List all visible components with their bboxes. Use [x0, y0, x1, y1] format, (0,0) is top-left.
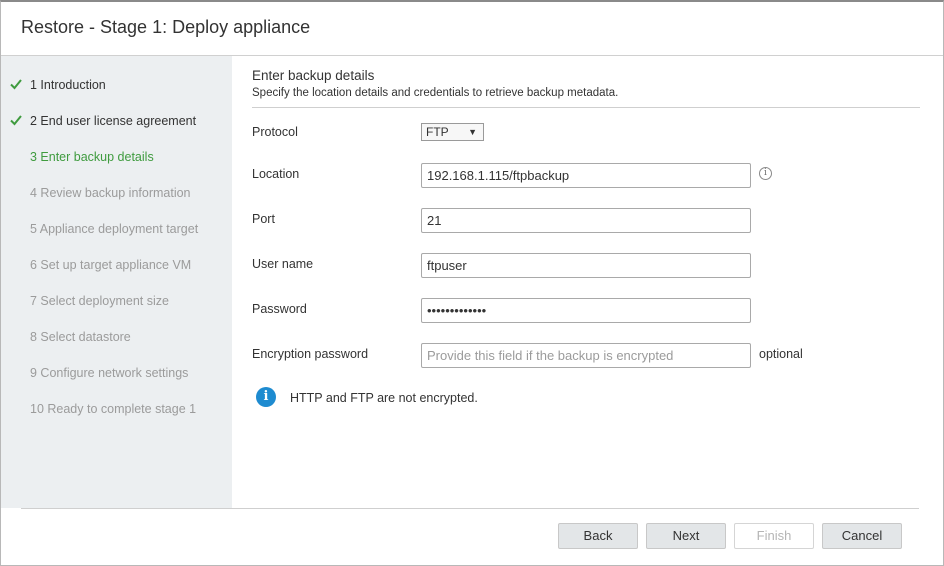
section-divider — [252, 107, 920, 108]
step-select-deployment-size: 7 Select deployment size — [1, 289, 232, 313]
section-description: Specify the location details and credent… — [252, 87, 619, 99]
step-label: 3 Enter backup details — [30, 150, 154, 164]
step-label: 8 Select datastore — [30, 330, 131, 344]
main-content: Enter backup details Specify the locatio… — [232, 56, 943, 508]
protocol-selected-value: FTP — [426, 125, 449, 139]
step-eula[interactable]: 2 End user license agreement — [1, 109, 232, 133]
dropdown-arrow-icon: ▼ — [468, 127, 477, 137]
step-set-up-target-vm: 6 Set up target appliance VM — [1, 253, 232, 277]
step-label: 7 Select deployment size — [30, 294, 169, 308]
step-appliance-deployment-target: 5 Appliance deployment target — [1, 217, 232, 241]
password-label: Password — [252, 302, 307, 316]
step-configure-network-settings: 9 Configure network settings — [1, 361, 232, 385]
location-label: Location — [252, 167, 300, 181]
step-review-backup-information: 4 Review backup information — [1, 181, 232, 205]
optional-note: optional — [759, 347, 803, 361]
step-introduction[interactable]: 1 Introduction — [1, 73, 232, 97]
step-select-datastore: 8 Select datastore — [1, 325, 232, 349]
step-label: 4 Review backup information — [30, 186, 191, 200]
encryption-password-label: Encryption password — [252, 347, 369, 361]
protocol-select[interactable]: FTP ▼ — [421, 123, 484, 141]
cancel-button[interactable]: Cancel — [822, 523, 902, 549]
username-input[interactable] — [421, 253, 751, 278]
info-icon[interactable]: i — [759, 167, 772, 180]
encryption-password-input[interactable] — [421, 343, 751, 368]
step-label: 1 Introduction — [30, 78, 106, 92]
wizard-steps-sidebar: 1 Introduction 2 End user license agreem… — [1, 56, 232, 508]
check-icon — [10, 115, 22, 126]
info-icon: i — [256, 387, 276, 407]
back-button[interactable]: Back — [558, 523, 638, 549]
title-bar: Restore - Stage 1: Deploy appliance — [1, 2, 943, 56]
port-input[interactable] — [421, 208, 751, 233]
port-label: Port — [252, 212, 275, 226]
password-input[interactable] — [421, 298, 751, 323]
finish-button[interactable]: Finish — [734, 523, 814, 549]
step-label: 10 Ready to complete stage 1 — [30, 402, 197, 416]
footer-divider — [21, 508, 919, 509]
step-label: 5 Appliance deployment target — [30, 222, 199, 236]
step-enter-backup-details[interactable]: 3 Enter backup details — [1, 145, 232, 169]
check-icon — [10, 79, 22, 90]
restore-dialog: Restore - Stage 1: Deploy appliance 1 In… — [0, 0, 944, 566]
protocol-label: Protocol — [252, 125, 298, 139]
step-label: 9 Configure network settings — [30, 366, 189, 380]
encryption-notice: HTTP and FTP are not encrypted. — [290, 391, 478, 405]
step-label: 6 Set up target appliance VM — [30, 258, 192, 272]
step-label: 2 End user license agreement — [30, 114, 197, 128]
location-input[interactable] — [421, 163, 751, 188]
step-ready-to-complete: 10 Ready to complete stage 1 — [1, 397, 232, 421]
username-label: User name — [252, 257, 314, 271]
next-button[interactable]: Next — [646, 523, 726, 549]
dialog-title: Restore - Stage 1: Deploy appliance — [21, 17, 311, 37]
section-title: Enter backup details — [252, 68, 375, 83]
